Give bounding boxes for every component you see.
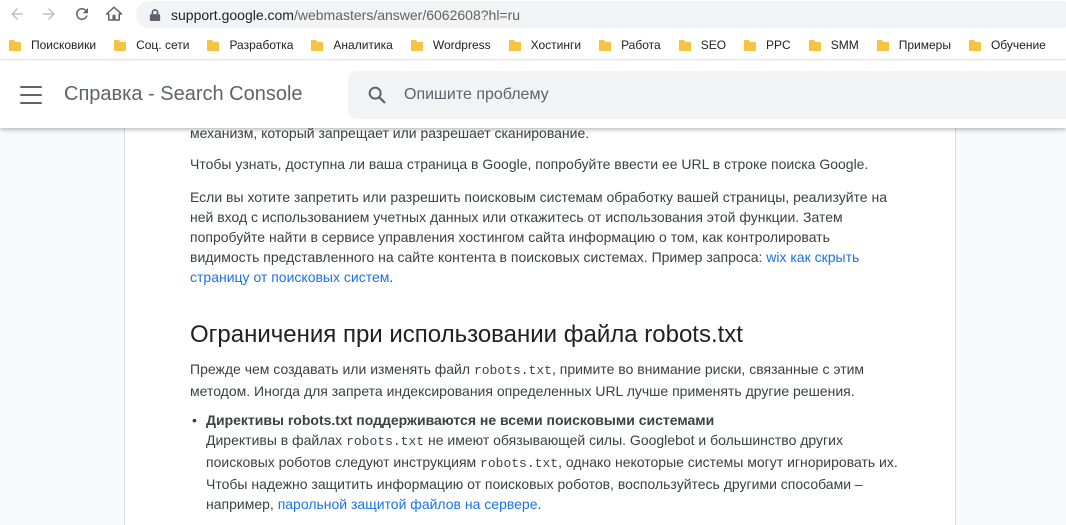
code-robots-txt: robots.txt <box>480 456 559 471</box>
bookmark-label: Разработка <box>229 37 294 52</box>
list-item-body: Директивы robots.txt поддерживаются не в… <box>206 410 900 514</box>
reload-icon <box>75 7 88 20</box>
folder-icon <box>744 39 757 51</box>
menu-icon-line <box>20 86 42 88</box>
support-header: Справка - Search Console <box>0 61 1066 128</box>
code-robots-txt: robots.txt <box>346 434 425 449</box>
bookmark-label: Wordpress <box>432 37 491 52</box>
home-icon <box>105 6 123 21</box>
search-icon[interactable] <box>366 84 388 106</box>
text: Директивы в файлах <box>206 432 347 448</box>
bookmark-label: Аналитика <box>333 37 393 52</box>
bookmark-item[interactable]: Соц. сети <box>113 38 189 52</box>
bookmark-item[interactable]: Обучение <box>968 38 1046 52</box>
folder-icon <box>114 39 127 51</box>
paragraph-block-access: Если вы хотите запретить или разрешить п… <box>190 187 890 287</box>
arrow-left-icon <box>11 8 23 20</box>
list-item-text: Директивы в файлах robots.txt не имеют о… <box>206 430 900 514</box>
bookmark-item[interactable]: Аналитика <box>310 37 393 52</box>
address-bar[interactable]: support.google.com/webmasters/answer/606… <box>136 1 1066 28</box>
bookmark-item[interactable]: PPC <box>743 38 791 52</box>
bookmarks-bar: Поисковики Соц. сети Разработка Аналитика Wo… <box>0 30 1066 60</box>
list-item-title: Директивы robots.txt поддерживаются не в… <box>206 412 715 428</box>
home-button[interactable] <box>103 3 125 25</box>
section-heading: Ограничения при использовании файла robo… <box>190 321 743 348</box>
menu-icon-line <box>20 102 42 104</box>
period: . <box>389 269 394 285</box>
bookmark-item[interactable]: Работа <box>598 38 661 52</box>
back-button[interactable] <box>6 3 28 25</box>
folder-icon <box>9 39 21 51</box>
bookmark-item[interactable]: Хостинги <box>508 38 581 52</box>
url-text: support.google.com/webmasters/answer/606… <box>171 7 520 23</box>
help-search-input[interactable] <box>404 86 1004 104</box>
bookmark-item[interactable]: SEO <box>678 38 726 52</box>
bullet-marker: • <box>192 412 197 428</box>
period: . <box>537 496 542 512</box>
lock-icon <box>148 7 162 23</box>
folder-icon <box>311 39 324 51</box>
password-protection-link[interactable]: парольной защитой файлов на сервере <box>278 496 538 512</box>
bookmark-label: SEO <box>700 37 727 52</box>
main-menu-button[interactable] <box>18 83 44 107</box>
bookmark-label: Поисковики <box>31 37 97 52</box>
bookmark-item[interactable]: Примеры <box>876 38 951 52</box>
url-path: /webmasters/answer/6062608?hl=ru <box>293 6 521 23</box>
bookmark-label: Работа <box>621 37 661 52</box>
bookmark-label: Хостинги <box>530 37 582 52</box>
app-title[interactable]: Справка - Search Console <box>64 83 303 106</box>
bookmark-item[interactable]: SMM <box>808 38 859 52</box>
bookmark-label: Обучение <box>990 37 1046 52</box>
menu-icon-line <box>20 94 42 96</box>
browser-toolbar: support.google.com/webmasters/answer/606… <box>0 0 1066 30</box>
paragraph-text: Прежде чем создавать или изменять файл <box>190 361 474 377</box>
bookmark-item[interactable]: Поисковики <box>8 38 96 52</box>
bookmark-label: Соц. сети <box>136 37 190 52</box>
bookmark-item[interactable]: Wordpress <box>410 38 491 52</box>
reload-button[interactable] <box>71 3 93 25</box>
bookmark-label: SMM <box>830 37 859 52</box>
bookmark-label: PPC <box>766 37 791 52</box>
bookmark-item[interactable]: Разработка <box>206 38 293 52</box>
help-search-box[interactable] <box>348 71 1066 119</box>
folder-icon <box>508 39 521 51</box>
folder-icon <box>599 39 612 51</box>
arrow-right-icon <box>43 8 55 20</box>
folder-icon <box>207 39 220 51</box>
paragraph-check-availability: Чтобы узнать, доступна ли ваша страница … <box>190 156 869 172</box>
paragraph-robots-risks: Прежде чем создавать или изменять файл r… <box>190 359 890 401</box>
forward-button[interactable] <box>38 3 60 25</box>
folder-icon <box>968 39 981 51</box>
folder-icon <box>808 39 821 51</box>
folder-icon <box>410 39 423 51</box>
folder-icon <box>876 39 889 51</box>
code-robots-txt: robots.txt <box>473 363 552 378</box>
folder-icon <box>678 39 691 51</box>
url-host: support.google.com <box>171 6 294 23</box>
article-card: механизм, который запрещает или разрешае… <box>124 108 956 525</box>
bookmark-label: Примеры <box>898 37 951 52</box>
